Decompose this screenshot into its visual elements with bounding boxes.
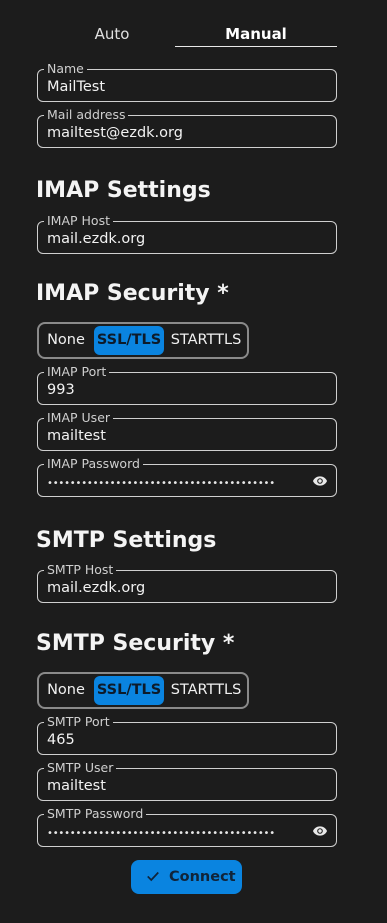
smtp-security-selector: None SSL/TLS STARTTLS [37, 672, 249, 709]
smtp-host-value: mail.ezdk.org [47, 580, 146, 596]
smtp-host-label: SMTP Host [44, 563, 117, 577]
imap-security-ssl-tls[interactable]: SSL/TLS [94, 326, 164, 355]
eye-icon[interactable] [311, 473, 329, 489]
imap-password-field[interactable]: IMAP Password ••••••••••••••••••••••••••… [37, 457, 337, 497]
imap-password-label: IMAP Password [44, 457, 143, 471]
smtp-port-field[interactable]: SMTP Port 465 [37, 715, 337, 755]
imap-settings-heading: IMAP Settings [36, 178, 211, 203]
imap-user-field[interactable]: IMAP User mailtest [37, 411, 337, 451]
imap-port-label: IMAP Port [44, 365, 110, 379]
mail-address-value: mailtest@ezdk.org [47, 125, 183, 141]
tab-manual[interactable]: Manual [175, 20, 337, 47]
imap-user-value: mailtest [47, 428, 106, 444]
mode-tabs: Auto Manual [37, 20, 337, 48]
smtp-user-field[interactable]: SMTP User mailtest [37, 761, 337, 801]
imap-security-starttls[interactable]: STARTTLS [166, 324, 246, 357]
connect-label: Connect [169, 869, 236, 885]
smtp-password-label: SMTP Password [44, 807, 147, 821]
name-field[interactable]: Name MailTest [37, 62, 337, 102]
name-label: Name [44, 62, 87, 76]
smtp-security-starttls[interactable]: STARTTLS [166, 674, 246, 707]
name-value: MailTest [47, 79, 106, 95]
smtp-password-field[interactable]: SMTP Password ••••••••••••••••••••••••••… [37, 807, 337, 847]
mail-address-label: Mail address [44, 108, 129, 122]
connect-button[interactable]: Connect [131, 860, 242, 894]
smtp-port-label: SMTP Port [44, 715, 113, 729]
check-icon [147, 871, 159, 882]
imap-port-field[interactable]: IMAP Port 993 [37, 365, 337, 405]
imap-host-value: mail.ezdk.org [47, 231, 146, 247]
imap-security-selector: None SSL/TLS STARTTLS [37, 322, 249, 359]
smtp-user-label: SMTP User [44, 761, 117, 775]
smtp-host-field[interactable]: SMTP Host mail.ezdk.org [37, 563, 337, 603]
smtp-security-ssl-tls[interactable]: SSL/TLS [94, 676, 164, 705]
smtp-security-heading: SMTP Security * [36, 631, 235, 656]
smtp-security-none[interactable]: None [39, 674, 93, 707]
imap-host-label: IMAP Host [44, 214, 113, 228]
smtp-password-value: •••••••••••••••••••••••••••••••••••••••• [47, 828, 275, 839]
imap-host-field[interactable]: IMAP Host mail.ezdk.org [37, 214, 337, 254]
smtp-port-value: 465 [47, 732, 75, 748]
imap-port-value: 993 [47, 382, 75, 398]
tab-auto[interactable]: Auto [37, 20, 187, 46]
mail-address-field[interactable]: Mail address mailtest@ezdk.org [37, 108, 337, 148]
smtp-settings-heading: SMTP Settings [36, 528, 217, 553]
imap-security-none[interactable]: None [39, 324, 93, 357]
imap-user-label: IMAP User [44, 411, 114, 425]
smtp-user-value: mailtest [47, 778, 106, 794]
eye-icon[interactable] [311, 823, 329, 839]
imap-security-heading: IMAP Security * [36, 281, 229, 306]
imap-password-value: •••••••••••••••••••••••••••••••••••••••• [47, 478, 275, 489]
